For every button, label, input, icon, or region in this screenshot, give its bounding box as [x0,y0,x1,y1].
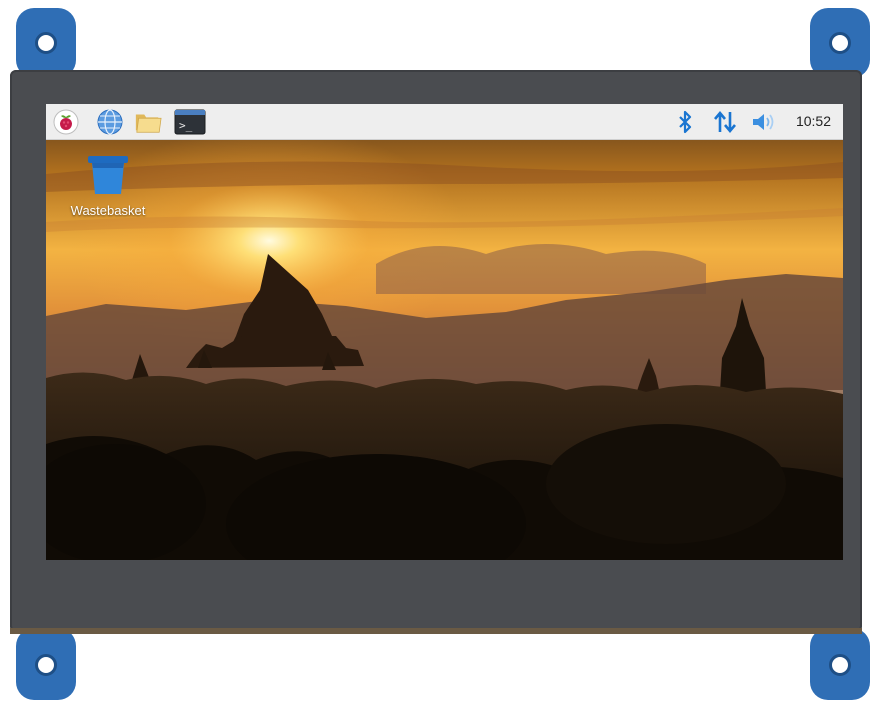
screen: >_ 10:52 Wastebasket [46,104,843,560]
mount-tab-bottom-left [16,628,76,700]
mount-hole [829,654,851,676]
mount-tab-bottom-right [810,628,870,700]
bluetooth-icon[interactable] [674,108,696,136]
terminal-icon[interactable]: >_ [174,108,206,136]
pcb-edge [10,628,862,634]
desktop-icon-label: Wastebasket [70,203,146,218]
network-arrows-icon[interactable] [710,108,740,136]
mount-hole [829,32,851,54]
clock[interactable]: 10:52 [796,113,831,129]
wallpaper [46,104,843,560]
raspberry-icon[interactable] [52,108,80,136]
speaker-icon[interactable] [748,108,778,136]
mount-hole [35,32,57,54]
terminal-prompt-glyph: >_ [179,119,193,132]
mount-tab-top-left [16,8,76,78]
desktop-icon-wastebasket[interactable]: Wastebasket [58,154,158,218]
folder-icon[interactable] [134,108,162,136]
wastebasket-icon [88,156,128,194]
taskbar: >_ 10:52 [46,104,843,140]
globe-icon[interactable] [96,108,124,136]
mount-tab-top-right [810,8,870,78]
mount-hole [35,654,57,676]
